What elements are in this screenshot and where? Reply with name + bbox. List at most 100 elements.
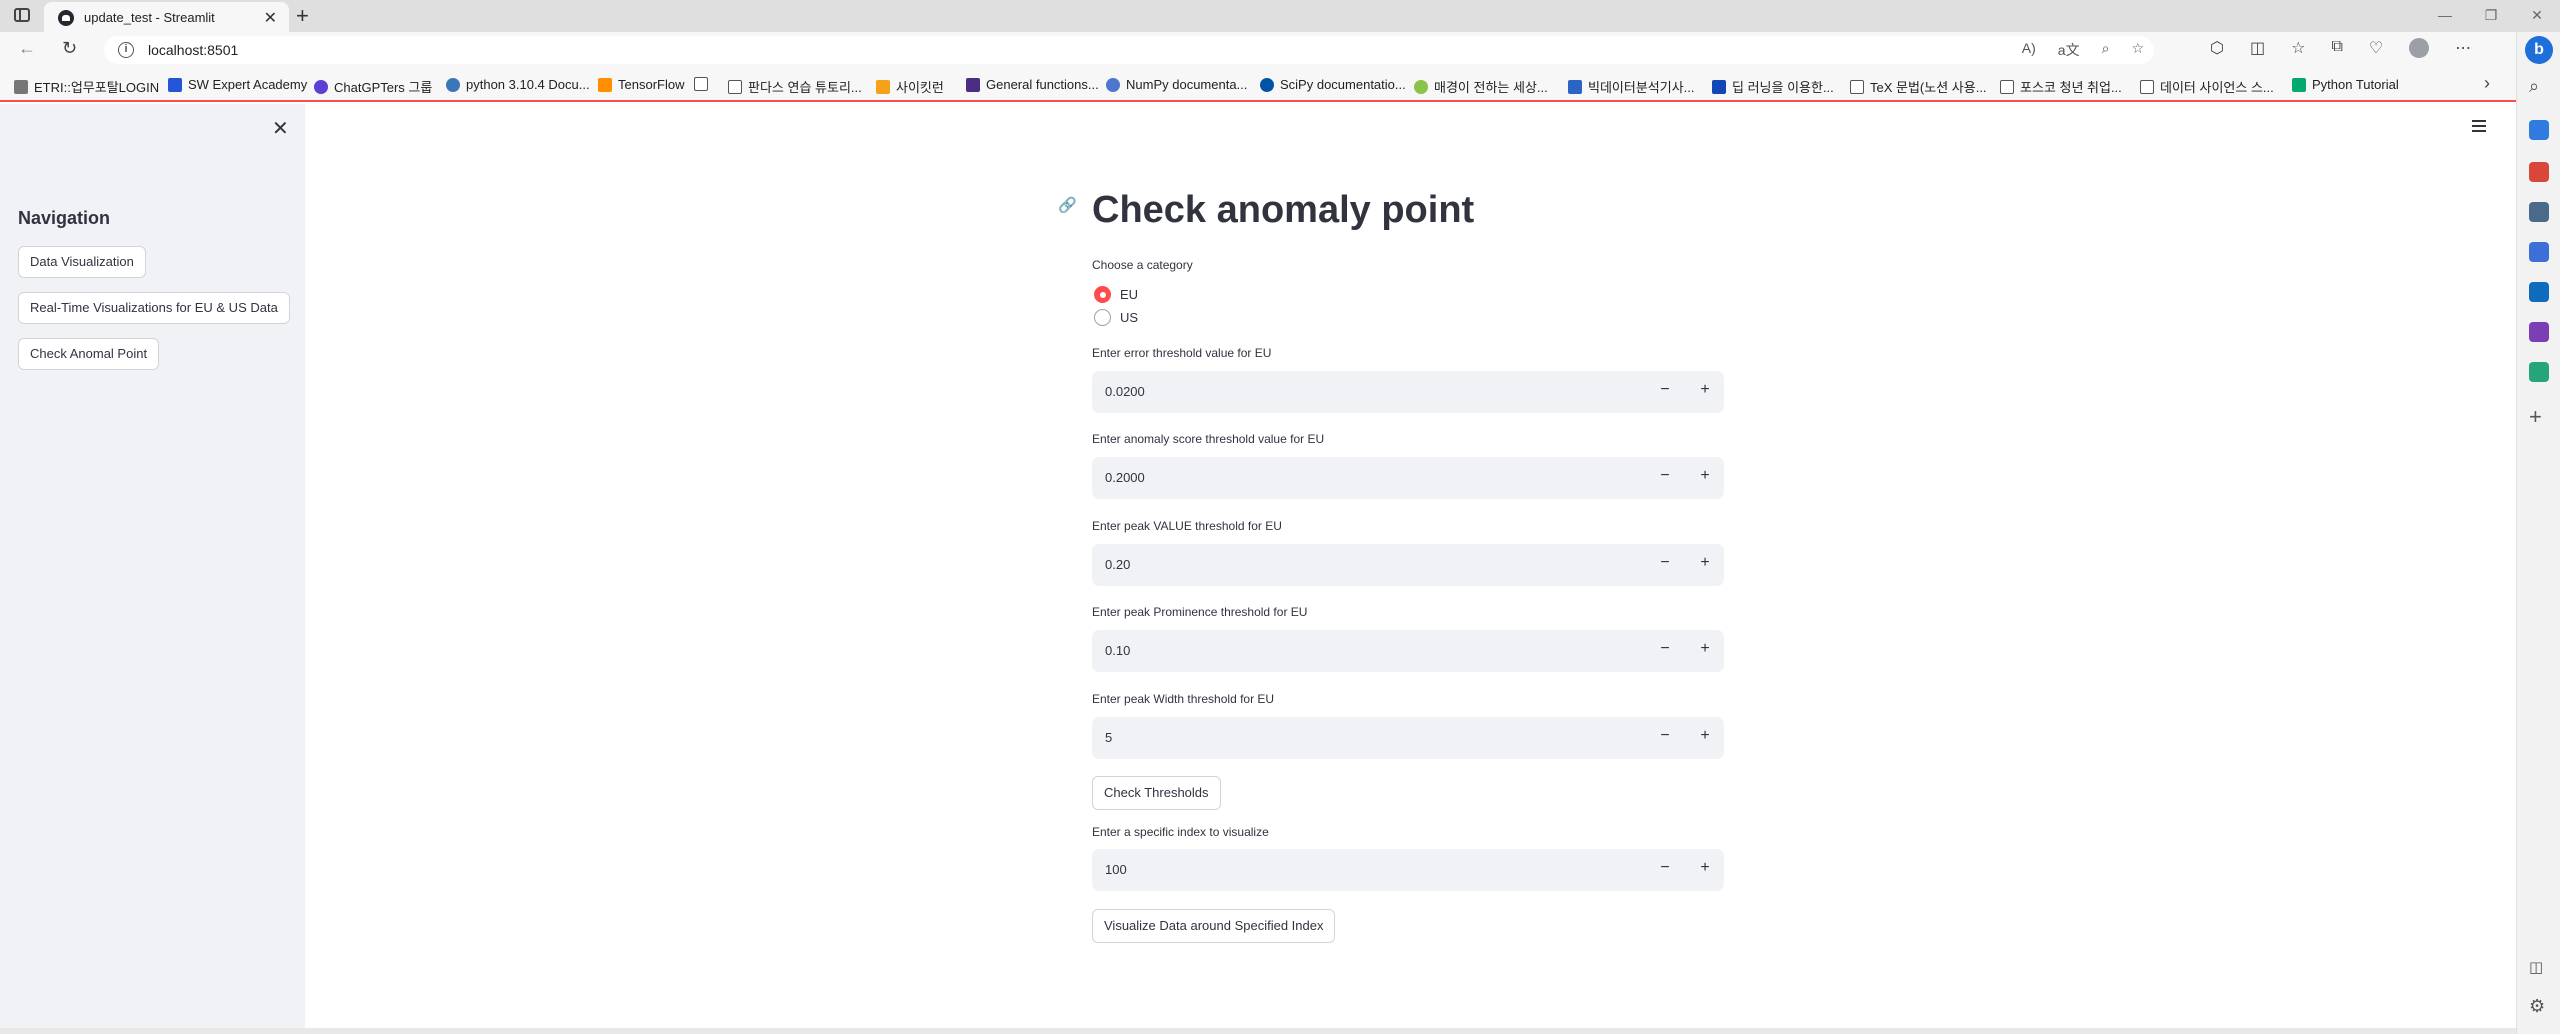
bookmark-item[interactable]: 매경이 전하는 세상... <box>1414 77 1548 96</box>
increment-button[interactable]: + <box>1696 640 1714 658</box>
bookmark-item[interactable]: ETRI::업무포탈LOGIN <box>14 77 159 96</box>
app-sidebar: ✕ Navigation Data Visualization Real-Tim… <box>0 104 305 1029</box>
decrement-button[interactable]: − <box>1656 727 1674 745</box>
increment-button[interactable]: + <box>1696 554 1714 572</box>
decrement-button[interactable]: − <box>1656 640 1674 658</box>
hide-sidebar-icon[interactable]: ◫ <box>2529 958 2543 976</box>
anomaly-score-threshold-input[interactable]: 0.2000 − + <box>1092 457 1724 499</box>
bookmark-label: TensorFlow <box>618 77 685 92</box>
bookmark-item[interactable]: TeX 문법(노션 사용... <box>1850 77 1987 96</box>
input-value[interactable]: 0.20 <box>1105 557 1130 572</box>
bookmark-label: 포스코 청년 취업... <box>2020 80 2122 95</box>
peak-prominence-threshold-input[interactable]: 0.10 − + <box>1092 630 1724 672</box>
search-icon[interactable]: ⌕ <box>2529 76 2539 97</box>
radio-option-eu[interactable]: EU <box>1094 286 1138 303</box>
drop-icon[interactable] <box>2529 362 2549 382</box>
more-menu-icon[interactable]: ⋯ <box>2455 38 2471 58</box>
increment-button[interactable]: + <box>1696 381 1714 399</box>
nav-button-real-time-visualizations[interactable]: Real-Time Visualizations for EU & US Dat… <box>18 292 290 324</box>
main-menu-icon[interactable] <box>2472 120 2486 132</box>
browser-tab-active[interactable]: update_test - Streamlit ✕ <box>44 2 289 32</box>
shopping-icon[interactable] <box>2529 120 2549 140</box>
bookmark-item[interactable]: SW Expert Academy <box>168 77 307 92</box>
tab-title: update_test - Streamlit <box>84 10 215 25</box>
outlook-icon[interactable] <box>2529 282 2549 302</box>
nav-button-check-anomal-point[interactable]: Check Anomal Point <box>18 338 160 370</box>
bookmark-item[interactable]: 빅데이터분석기사... <box>1568 77 1695 96</box>
bookmark-item[interactable] <box>694 77 714 91</box>
url-field[interactable]: i localhost:8501 A) a文 ⌕ ☆ <box>104 36 2154 64</box>
bookmark-item[interactable]: 딥 러닝을 이용한... <box>1712 77 1834 96</box>
profile-avatar[interactable] <box>2409 38 2430 58</box>
read-aloud-icon[interactable]: A) <box>2022 40 2036 60</box>
zoom-icon[interactable]: ⌕ <box>2102 40 2110 60</box>
add-sidebar-app-icon[interactable]: + <box>2529 404 2542 430</box>
radio-option-us[interactable]: US <box>1094 309 1138 326</box>
bookmark-label: SciPy documentatio... <box>1280 77 1406 92</box>
bookmark-item[interactable]: 판다스 연습 튜토리... <box>728 77 862 96</box>
tab-close-icon[interactable]: ✕ <box>264 8 277 28</box>
input-value[interactable]: 0.0200 <box>1105 384 1145 399</box>
favorite-star-icon[interactable]: ☆ <box>2131 40 2144 60</box>
decrement-button[interactable]: − <box>1656 554 1674 572</box>
microsoft365-icon[interactable] <box>2529 242 2549 262</box>
bookmark-item[interactable]: NumPy documenta... <box>1106 77 1247 92</box>
error-threshold-label: Enter error threshold value for EU <box>1092 346 1272 360</box>
copilot-icon[interactable]: b <box>2525 36 2553 64</box>
check-thresholds-button[interactable]: Check Thresholds <box>1092 776 1221 810</box>
tools-icon[interactable] <box>2529 162 2549 182</box>
decrement-button[interactable]: − <box>1656 381 1674 399</box>
peak-value-threshold-input[interactable]: 0.20 − + <box>1092 544 1724 586</box>
error-threshold-input[interactable]: 0.0200 − + <box>1092 371 1724 413</box>
visualize-data-button[interactable]: Visualize Data around Specified Index <box>1092 909 1336 943</box>
favorites-icon[interactable]: ☆ <box>2291 38 2305 58</box>
anomaly-score-threshold-label: Enter anomaly score threshold value for … <box>1092 432 1325 446</box>
new-tab-icon[interactable]: + <box>296 3 309 29</box>
close-window-icon[interactable]: ✕ <box>2514 0 2560 32</box>
split-screen-icon[interactable]: ◫ <box>2250 38 2265 58</box>
bookmarks-overflow-icon[interactable]: › <box>2484 73 2490 94</box>
input-value[interactable]: 100 <box>1105 862 1127 877</box>
increment-button[interactable]: + <box>1696 859 1714 877</box>
radio-selected-icon[interactable] <box>1094 286 1111 303</box>
back-icon[interactable]: ← <box>18 38 36 59</box>
minimize-icon[interactable]: — <box>2422 0 2468 32</box>
close-sidebar-icon[interactable]: ✕ <box>272 116 289 141</box>
decrement-button[interactable]: − <box>1656 859 1674 877</box>
bookmark-item[interactable]: SciPy documentatio... <box>1260 77 1406 92</box>
restore-icon[interactable]: ❐ <box>2468 0 2514 32</box>
input-value[interactable]: 0.2000 <box>1105 470 1145 485</box>
bookmark-item[interactable]: 사이킷런 <box>876 77 944 96</box>
bookmark-label: 판다스 연습 튜토리... <box>748 80 862 95</box>
collections-icon[interactable]: ⧉ <box>2331 38 2342 58</box>
sidebar-settings-icon[interactable]: ⚙ <box>2529 996 2545 1017</box>
designer-icon[interactable] <box>2529 322 2549 342</box>
link-anchor-icon[interactable]: 🔗 <box>1058 196 1077 214</box>
index-input[interactable]: 100 − + <box>1092 849 1724 891</box>
radio-unselected-icon[interactable] <box>1094 309 1111 326</box>
bookmark-label: ChatGPTers 그룹 <box>334 80 433 95</box>
tab-actions-icon[interactable] <box>14 8 30 22</box>
browser-toolbar: ⬡ ◫ ☆ ⧉ ♡ ⋯ <box>2210 38 2471 58</box>
bookmark-item[interactable]: TensorFlow <box>598 77 684 92</box>
peak-width-threshold-input[interactable]: 5 − + <box>1092 717 1724 759</box>
input-value[interactable]: 0.10 <box>1105 643 1130 658</box>
bookmark-item[interactable]: 데이터 사이언스 스... <box>2140 77 2274 96</box>
input-value[interactable]: 5 <box>1105 730 1112 745</box>
bookmark-item[interactable]: ChatGPTers 그룹 <box>314 77 432 96</box>
translate-icon[interactable]: a文 <box>2058 40 2080 60</box>
nav-button-data-visualization[interactable]: Data Visualization <box>18 246 146 278</box>
increment-button[interactable]: + <box>1696 467 1714 485</box>
browser-essentials-icon[interactable]: ♡ <box>2369 38 2383 58</box>
refresh-icon[interactable]: ↻ <box>62 38 77 59</box>
increment-button[interactable]: + <box>1696 727 1714 745</box>
decrement-button[interactable]: − <box>1656 467 1674 485</box>
site-info-icon[interactable]: i <box>118 42 134 58</box>
bookmark-item[interactable]: 포스코 청년 취업... <box>2000 77 2122 96</box>
bookmark-item[interactable]: python 3.10.4 Docu... <box>446 77 590 92</box>
bookmark-item[interactable]: Python Tutorial <box>2292 77 2399 92</box>
bookmark-item[interactable]: General functions... <box>966 77 1099 92</box>
extensions-icon[interactable]: ⬡ <box>2210 38 2224 58</box>
games-icon[interactable] <box>2529 202 2549 222</box>
peak-value-threshold-label: Enter peak VALUE threshold for EU <box>1092 519 1282 533</box>
